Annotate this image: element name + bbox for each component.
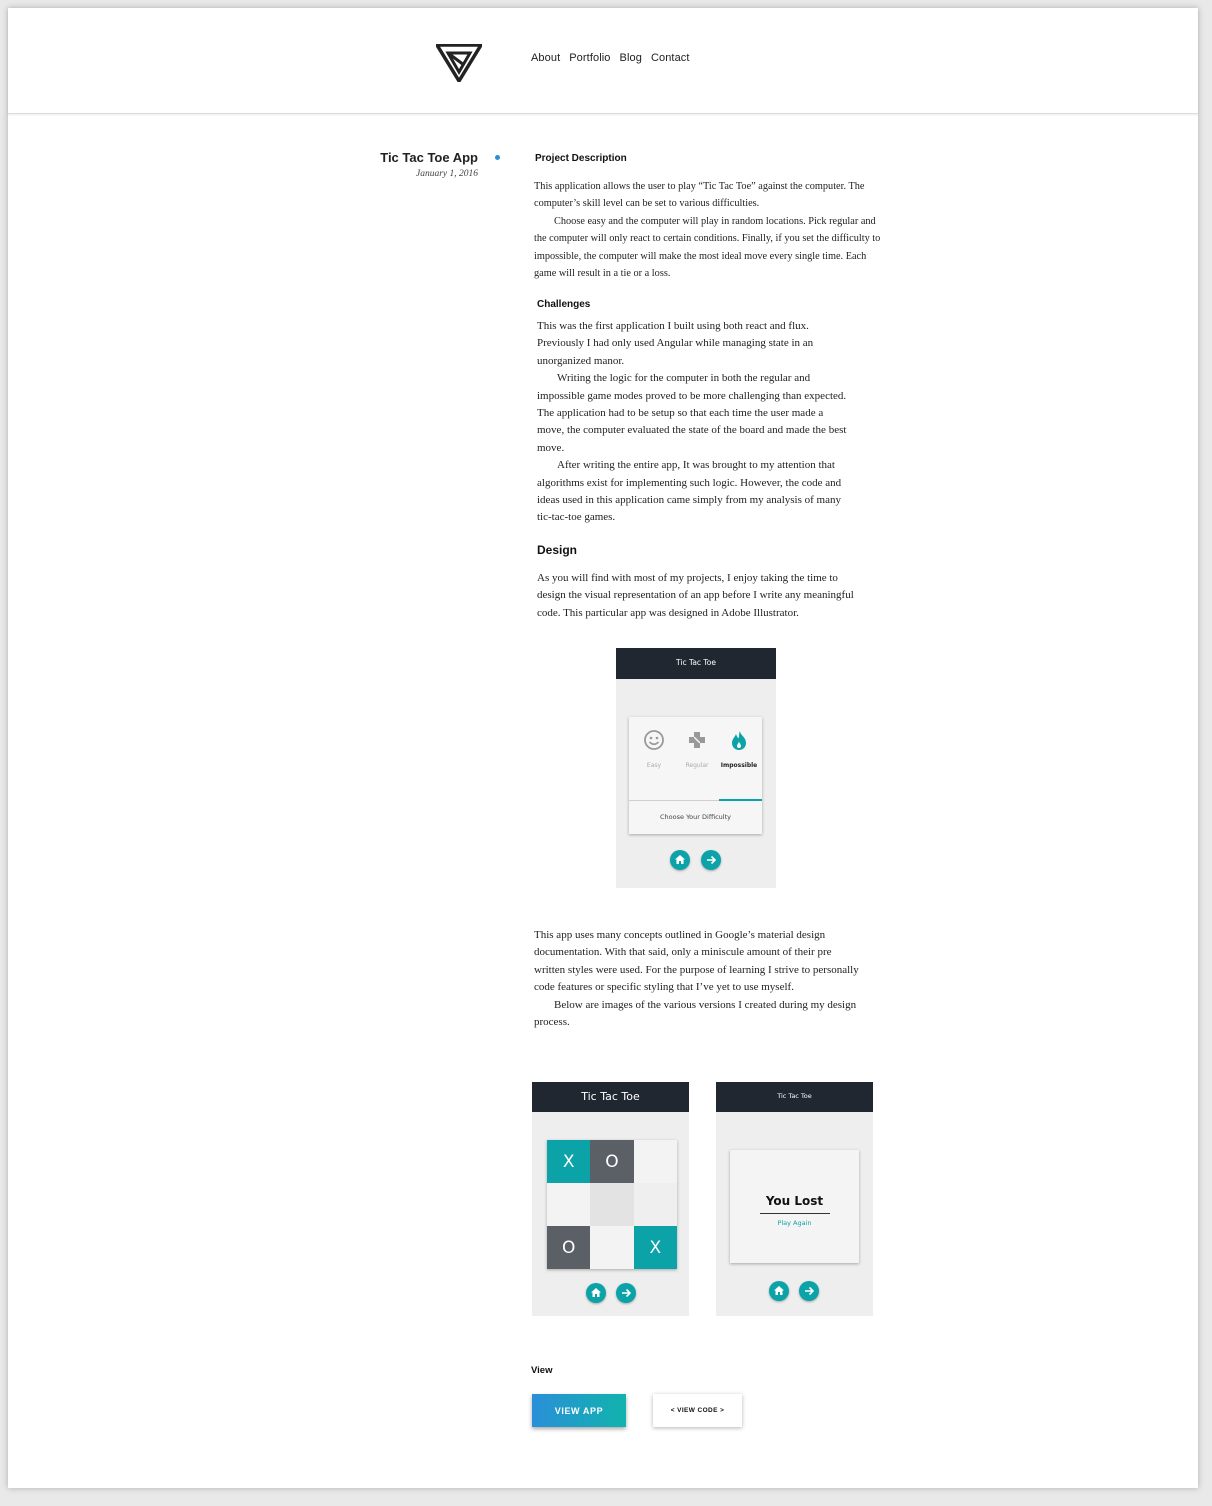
text-line: This application allows the user to play…	[534, 181, 865, 192]
text-line: move, the computer evaluated the state o…	[537, 424, 847, 437]
nav-contact[interactable]: Contact	[651, 52, 690, 64]
text-line: documentation. With that said, only a mi…	[534, 946, 832, 959]
difficulty-card: Easy Regular Impossible Choose Your Diff…	[629, 717, 762, 834]
view-heading: View	[531, 1365, 553, 1376]
board-cell[interactable]	[547, 1183, 591, 1226]
text-line: the computer will only react to certain …	[534, 233, 881, 245]
logo-icon[interactable]	[436, 44, 482, 82]
result-mockup: Tic Tac Toe You Lost Play Again	[716, 1082, 873, 1316]
design-text: As you will find with most of my project…	[537, 570, 877, 622]
difficulty-label: Regular	[685, 762, 709, 769]
mockup-title: Tic Tac Toe	[716, 1082, 873, 1112]
home-button[interactable]	[586, 1283, 606, 1303]
difficulty-label: Easy	[646, 762, 662, 769]
text-line: algorithms exist for implementing such l…	[537, 476, 842, 489]
board-cell[interactable]: X	[633, 1226, 677, 1269]
material-text: This app uses many concepts outlined in …	[534, 927, 884, 1031]
mockup-title: Tic Tac Toe	[532, 1082, 689, 1112]
description-heading: Project Description	[535, 153, 627, 164]
challenges-text: This was the first application I built u…	[537, 318, 877, 527]
text-line: computer’s skill level can be set to var…	[534, 198, 760, 210]
selected-indicator	[719, 799, 762, 801]
board-cell[interactable]	[633, 1140, 677, 1183]
board-cell[interactable]	[633, 1183, 677, 1226]
arrow-right-icon	[622, 1288, 632, 1298]
challenges-heading: Challenges	[537, 299, 591, 310]
home-icon	[675, 855, 685, 864]
home-icon	[591, 1288, 601, 1297]
difficulty-option-easy[interactable]: Easy	[632, 729, 676, 769]
text-line: The application had to be setup so that …	[537, 407, 824, 420]
text-line: game will result in a tie or a loss.	[534, 268, 671, 280]
text-line: This was the first application I built u…	[537, 320, 809, 332]
board-cell[interactable]: O	[547, 1226, 591, 1269]
description-text: This application allows the user to play…	[534, 178, 884, 282]
main-nav: About Portfolio Blog Contact	[531, 52, 690, 64]
arrow-right-icon	[805, 1286, 815, 1296]
site-header: About Portfolio Blog Contact	[8, 8, 1198, 114]
result-card: You Lost Play Again	[730, 1150, 859, 1263]
text-line: code features or specific styling that I…	[534, 981, 794, 994]
text-line: Previously I had only used Angular while…	[537, 337, 814, 350]
home-icon	[774, 1286, 784, 1295]
board-cell[interactable]: X	[547, 1140, 591, 1183]
text-line: code. This particular app was designed i…	[537, 606, 799, 619]
next-button[interactable]	[799, 1281, 819, 1301]
text-line: written styles were used. For the purpos…	[534, 963, 859, 976]
text-line: design the visual representation of an a…	[537, 589, 854, 602]
text-line: After writing the entire app, It was bro…	[557, 459, 835, 472]
board-cell[interactable]	[590, 1183, 634, 1226]
text-line: ideas used in this application came simp…	[537, 494, 841, 507]
text-line: impossible game modes proved to be more …	[537, 389, 847, 402]
board-cell[interactable]: O	[590, 1140, 634, 1183]
game-board: X O O X	[547, 1140, 677, 1269]
smiley-icon	[644, 730, 664, 750]
home-button[interactable]	[670, 850, 690, 870]
text-line: Choose easy and the computer will play i…	[554, 215, 876, 227]
post-title: Tic Tac Toe App	[380, 150, 478, 165]
text-line: tic-tac-toe games.	[537, 511, 616, 524]
result-message: You Lost	[765, 1194, 824, 1208]
text-line: As you will find with most of my project…	[537, 572, 838, 584]
text-line: move.	[537, 441, 565, 454]
divider	[760, 1213, 830, 1214]
page: About Portfolio Blog Contact Tic Tac Toe…	[8, 8, 1198, 1488]
difficulty-option-impossible[interactable]: Impossible	[717, 729, 761, 769]
text-line: Below are images of the various versions…	[554, 998, 857, 1011]
mockup-title: Tic Tac Toe	[616, 648, 776, 679]
text-line: impossible, the computer will make the m…	[534, 250, 867, 262]
text-line: process.	[534, 1016, 570, 1029]
post-date: January 1, 2016	[415, 169, 478, 179]
difficulty-label: Impossible	[720, 762, 758, 769]
board-cell[interactable]	[590, 1226, 634, 1269]
difficulty-mockup: Tic Tac Toe Easy Regular Impossible Choo…	[616, 648, 776, 888]
text-line: Writing the logic for the computer in bo…	[557, 372, 811, 385]
nav-about[interactable]: About	[531, 52, 560, 64]
text-line: This app uses many concepts outlined in …	[534, 929, 826, 941]
timeline-dot	[495, 155, 500, 160]
next-button[interactable]	[701, 850, 721, 870]
gamepad-icon	[689, 732, 705, 748]
flame-icon	[732, 731, 746, 750]
nav-portfolio[interactable]: Portfolio	[569, 52, 610, 64]
design-heading: Design	[537, 543, 578, 557]
nav-blog[interactable]: Blog	[620, 52, 642, 64]
view-app-button[interactable]: VIEW APP	[532, 1394, 626, 1427]
home-button[interactable]	[769, 1281, 789, 1301]
play-again-link[interactable]: Play Again	[730, 1219, 859, 1227]
difficulty-prompt: Choose Your Difficulty	[660, 813, 731, 821]
difficulty-option-regular[interactable]: Regular	[675, 729, 719, 769]
board-mockup: Tic Tac Toe X O O X	[532, 1082, 689, 1316]
arrow-right-icon	[707, 855, 717, 865]
next-button[interactable]	[616, 1283, 636, 1303]
view-code-button[interactable]: < VIEW CODE >	[653, 1394, 742, 1427]
text-line: unorganized manor.	[537, 354, 625, 367]
